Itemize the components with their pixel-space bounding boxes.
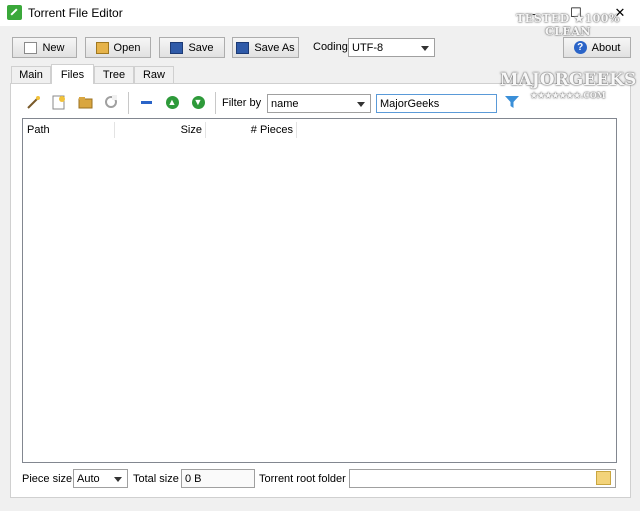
save-as-button[interactable]: Save As xyxy=(232,37,299,58)
coding-value: UTF-8 xyxy=(352,41,384,54)
tab-main[interactable]: Main xyxy=(11,66,51,83)
toolbar-separator xyxy=(128,92,129,114)
wand-icon[interactable] xyxy=(25,94,41,110)
watermark: TESTED ★100% CLEAN MAJORGEEKS ★★★★★★★.CO… xyxy=(498,12,638,100)
column-header-path[interactable]: Path xyxy=(27,120,107,140)
save-button-label: Save xyxy=(188,41,214,54)
add-folder-icon[interactable] xyxy=(77,94,93,110)
filter-text-input[interactable]: MajorGeeks xyxy=(376,94,497,113)
watermark-line-1: TESTED ★100% CLEAN xyxy=(516,12,620,38)
refresh-icon[interactable] xyxy=(103,94,119,110)
floppy-save-as-icon xyxy=(236,41,250,54)
piece-size-label: Piece size xyxy=(22,473,73,485)
new-button-label: New xyxy=(42,41,65,54)
filter-field-value: name xyxy=(271,97,299,110)
new-file-icon xyxy=(24,41,38,54)
coding-label: Coding xyxy=(313,41,348,53)
window-title: Torrent File Editor xyxy=(28,6,123,20)
tab-raw[interactable]: Raw xyxy=(134,66,174,83)
coding-select[interactable]: UTF-8 xyxy=(348,38,435,57)
files-table[interactable] xyxy=(22,118,617,463)
open-button-label: Open xyxy=(113,41,141,54)
piece-size-select[interactable]: Auto xyxy=(73,469,128,488)
column-header-size[interactable]: Size xyxy=(115,120,202,140)
column-header-pieces[interactable]: # Pieces xyxy=(206,120,293,140)
move-up-icon[interactable]: ▲ xyxy=(164,94,180,110)
toolbar-separator xyxy=(215,92,216,114)
browse-folder-icon[interactable] xyxy=(596,471,611,485)
remove-icon[interactable] xyxy=(138,94,154,110)
open-button[interactable]: Open xyxy=(85,37,151,58)
save-button[interactable]: Save xyxy=(159,37,225,58)
new-button[interactable]: New xyxy=(12,37,77,58)
chevron-down-icon xyxy=(421,46,429,51)
arrow-down-icon: ▼ xyxy=(191,95,205,109)
tab-files[interactable]: Files xyxy=(51,64,94,84)
chevron-down-icon xyxy=(114,477,122,482)
tab-tree[interactable]: Tree xyxy=(94,66,134,83)
watermark-line-2: MAJORGEEKS xyxy=(499,70,637,90)
arrow-up-icon: ▲ xyxy=(165,95,179,109)
floppy-save-icon xyxy=(170,41,184,54)
chevron-down-icon xyxy=(357,102,365,107)
app-icon xyxy=(7,5,22,20)
root-folder-label: Torrent root folder xyxy=(259,473,346,485)
column-divider xyxy=(296,122,297,138)
total-size-field: 0 B xyxy=(181,469,255,488)
watermark-line-3: ★★★★★★★.COM xyxy=(530,90,606,100)
filter-text-value: MajorGeeks xyxy=(380,97,440,110)
total-size-label: Total size xyxy=(133,473,179,485)
piece-size-value: Auto xyxy=(77,472,100,485)
add-file-icon[interactable] xyxy=(51,94,67,110)
filter-field-select[interactable]: name xyxy=(267,94,371,113)
move-down-icon[interactable]: ▼ xyxy=(190,94,206,110)
total-size-value: 0 B xyxy=(185,472,202,485)
filter-by-label: Filter by xyxy=(222,97,262,109)
save-as-button-label: Save As xyxy=(254,41,295,54)
root-folder-input[interactable] xyxy=(349,469,616,488)
folder-open-icon xyxy=(95,41,109,54)
